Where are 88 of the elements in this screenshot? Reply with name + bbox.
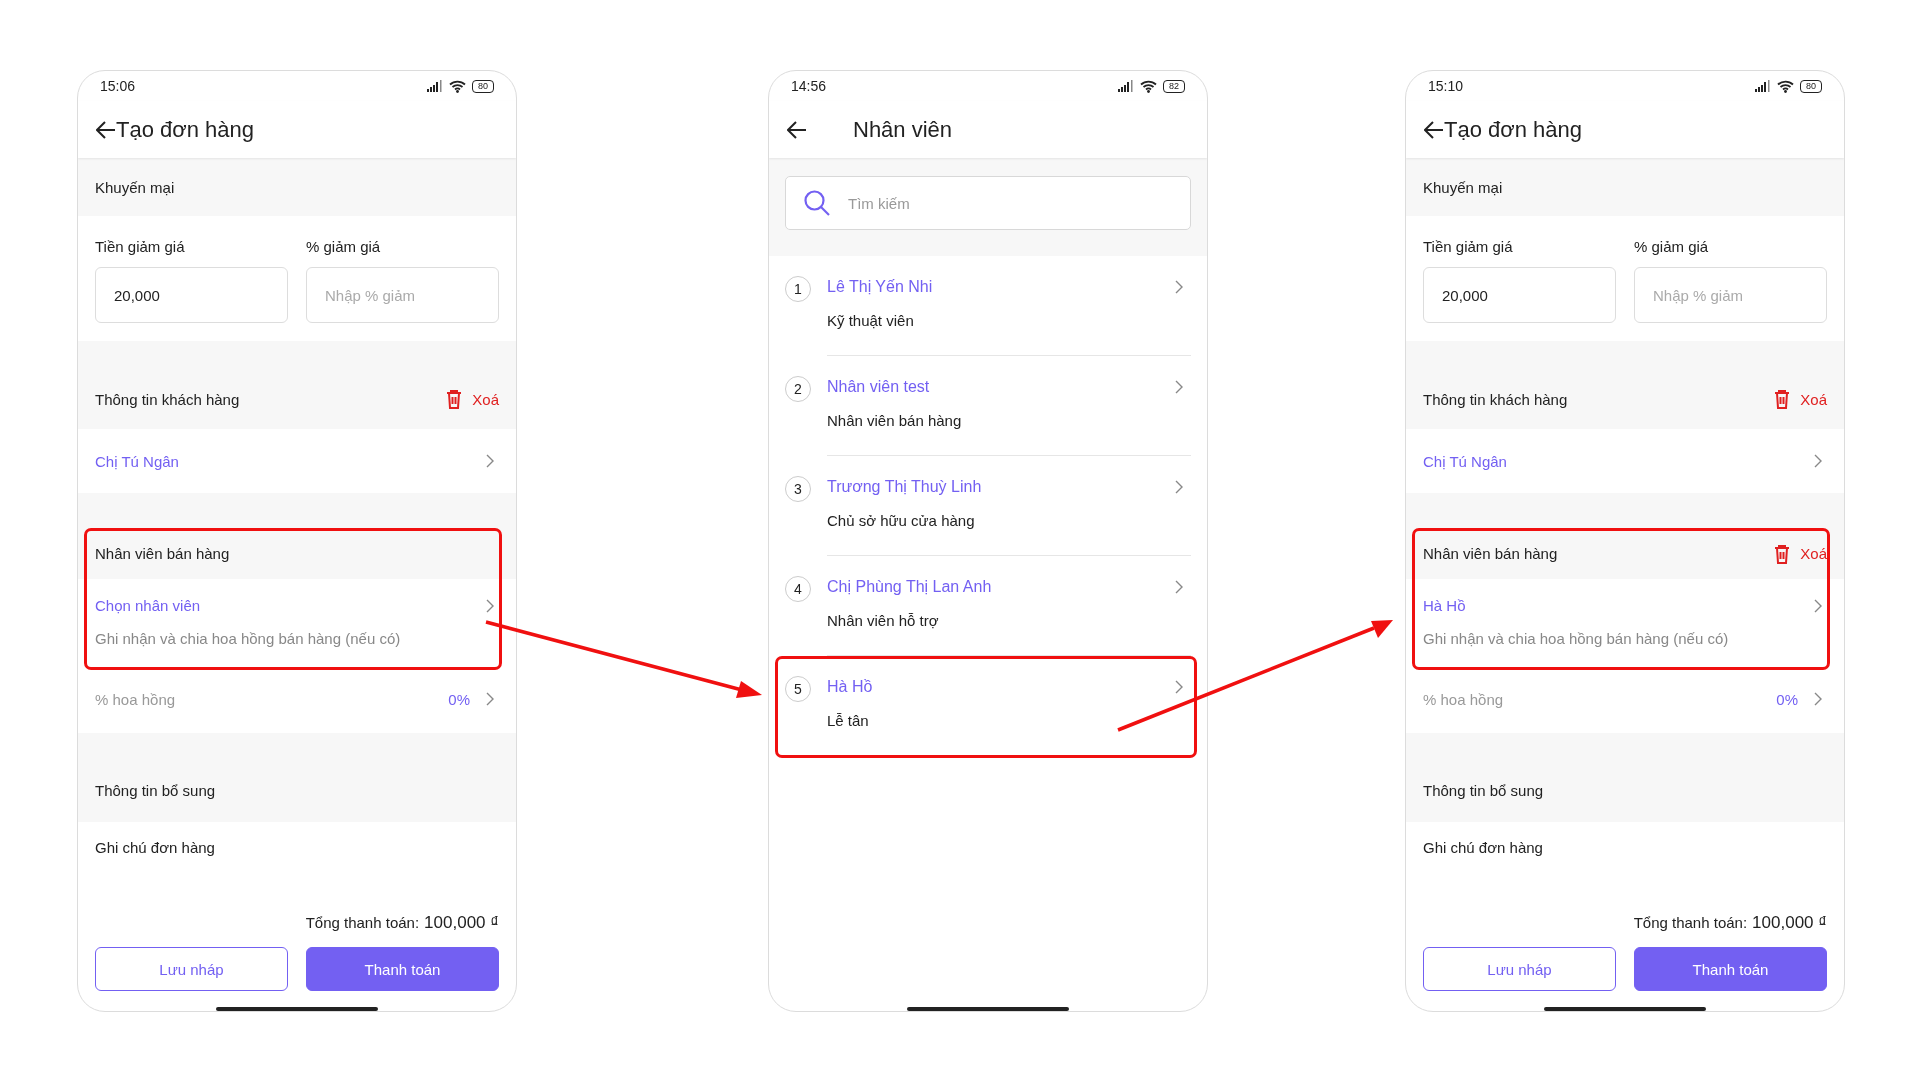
staff-name: Nhân viên test bbox=[827, 378, 930, 396]
field-label: % giảm giá bbox=[306, 238, 382, 255]
trash-icon bbox=[1774, 389, 1791, 409]
commission-value[interactable]: 0% bbox=[448, 690, 470, 708]
battery-level: 80 bbox=[472, 79, 494, 93]
staff-hint: Ghi nhận và chia hoa hồng bán hàng (nếu có) bbox=[1423, 630, 1730, 647]
commission-value[interactable]: 0% bbox=[1776, 690, 1798, 708]
back-arrow-icon[interactable] bbox=[1424, 120, 1444, 139]
screen-title: Tạo đơn hàng bbox=[116, 116, 254, 143]
chevron-icon bbox=[1814, 454, 1822, 468]
staff-select-link[interactable]: Chọn nhân viên bbox=[95, 597, 201, 614]
delete-button[interactable]: Xoá bbox=[1774, 389, 1827, 409]
staff-role: Chủ sở hữu cửa hàng bbox=[827, 512, 976, 529]
trash-icon bbox=[1774, 543, 1791, 564]
search-field[interactable]: Tìm kiếm bbox=[785, 176, 1191, 230]
signal-icon bbox=[1755, 80, 1771, 92]
chevron-icon bbox=[1175, 480, 1183, 494]
staff-select-link[interactable]: Hà Hồ bbox=[1423, 597, 1466, 614]
chevron-icon bbox=[486, 598, 494, 613]
chevron-icon bbox=[1175, 380, 1183, 394]
input-field[interactable]: Nhập % giảm bbox=[1634, 267, 1827, 323]
wifi-icon bbox=[1140, 79, 1157, 93]
input-field[interactable]: Nhập % giảm bbox=[306, 267, 499, 323]
chevron-icon bbox=[486, 692, 494, 706]
signal-icon bbox=[1118, 80, 1134, 92]
staff-name: Chị Phùng Thị Lan Anh bbox=[827, 578, 992, 596]
staff-list-item[interactable]: 3 Trương Thị Thuỳ Linh Chủ sở hữu cửa hàng bbox=[769, 456, 1207, 556]
action-button[interactable]: Thanh toán bbox=[1634, 947, 1827, 991]
commission-label: % hoa hồng bbox=[95, 690, 176, 708]
chevron-icon bbox=[1175, 680, 1183, 694]
customer-row[interactable]: Chị Tú Ngân bbox=[1406, 429, 1844, 493]
field-label: Tiền giảm giá bbox=[95, 238, 186, 255]
section-title: Thông tin khách hàng bbox=[1423, 390, 1568, 408]
staff-name: Lê Thị Yến Nhi bbox=[827, 278, 933, 296]
wifi-icon bbox=[1777, 79, 1794, 93]
action-button[interactable]: Lưu nháp bbox=[1423, 947, 1616, 991]
battery-level: 82 bbox=[1163, 79, 1185, 93]
staff-hint: Ghi nhận và chia hoa hồng bán hàng (nếu có) bbox=[95, 630, 402, 647]
field-label: % giảm giá bbox=[1634, 238, 1710, 255]
chevron-icon bbox=[1175, 580, 1183, 594]
section-title: Thông tin bổ sung bbox=[95, 782, 216, 799]
chevron-icon bbox=[1814, 692, 1822, 706]
chevron-icon bbox=[486, 454, 494, 468]
staff-name: Hà Hồ bbox=[827, 678, 873, 696]
signal-icon bbox=[427, 80, 443, 92]
section-title: Thông tin khách hàng bbox=[95, 390, 240, 408]
staff-name: Trương Thị Thuỳ Linh bbox=[827, 478, 982, 496]
section-title: Nhân viên bán hàng bbox=[95, 545, 230, 562]
chevron-icon bbox=[1814, 598, 1822, 613]
screen-title: Tạo đơn hàng bbox=[1444, 116, 1582, 143]
total-amount: 100,000 ₫ bbox=[424, 913, 499, 933]
staff-list-item[interactable]: 1 Lê Thị Yến Nhi Kỹ thuật viên bbox=[769, 256, 1207, 356]
action-button[interactable]: Lưu nháp bbox=[95, 947, 288, 991]
search-icon bbox=[803, 189, 831, 217]
wifi-icon bbox=[449, 79, 466, 93]
action-button[interactable]: Thanh toán bbox=[306, 947, 499, 991]
battery-level: 80 bbox=[1800, 79, 1822, 93]
note-label: Ghi chú đơn hàng bbox=[1423, 839, 1543, 856]
status-time: 15:06 bbox=[100, 78, 136, 94]
back-arrow-icon[interactable] bbox=[787, 120, 807, 139]
total-amount: 100,000 ₫ bbox=[1752, 913, 1827, 933]
total-label: Tổng thanh toán: bbox=[1633, 914, 1748, 931]
input-field[interactable]: 20,000 bbox=[95, 267, 288, 323]
section-title: Nhân viên bán hàng bbox=[1423, 545, 1558, 562]
staff-list-item[interactable]: 2 Nhân viên test Nhân viên bán hàng bbox=[769, 356, 1207, 456]
back-arrow-icon[interactable] bbox=[96, 120, 116, 139]
staff-role: Lễ tân bbox=[827, 712, 870, 729]
total-label: Tổng thanh toán: bbox=[305, 914, 420, 931]
trash-icon bbox=[446, 389, 463, 409]
delete-button[interactable]: Xoá bbox=[446, 389, 499, 409]
staff-list-item[interactable]: 4 Chị Phùng Thị Lan Anh Nhân viên hỗ trợ bbox=[769, 556, 1207, 656]
screen-title: Nhân viên bbox=[853, 116, 953, 143]
customer-row[interactable]: Chị Tú Ngân bbox=[78, 429, 516, 493]
section-title: Khuyến mại bbox=[95, 178, 175, 196]
staff-list-item[interactable]: 5 Hà Hồ Lễ tân bbox=[769, 656, 1207, 756]
status-time: 14:56 bbox=[791, 78, 827, 94]
delete-button[interactable]: Xoá bbox=[1774, 543, 1827, 564]
chevron-icon bbox=[1175, 280, 1183, 294]
commission-label: % hoa hồng bbox=[1423, 690, 1504, 708]
note-label: Ghi chú đơn hàng bbox=[95, 839, 215, 856]
section-title: Khuyến mại bbox=[1423, 178, 1503, 196]
staff-role: Kỹ thuật viên bbox=[827, 312, 915, 329]
field-label: Tiền giảm giá bbox=[1423, 238, 1514, 255]
staff-role: Nhân viên bán hàng bbox=[827, 412, 963, 429]
input-field[interactable]: 20,000 bbox=[1423, 267, 1616, 323]
staff-role: Nhân viên hỗ trợ bbox=[827, 612, 940, 629]
section-title: Thông tin bổ sung bbox=[1423, 782, 1544, 799]
status-time: 15:10 bbox=[1428, 78, 1464, 94]
